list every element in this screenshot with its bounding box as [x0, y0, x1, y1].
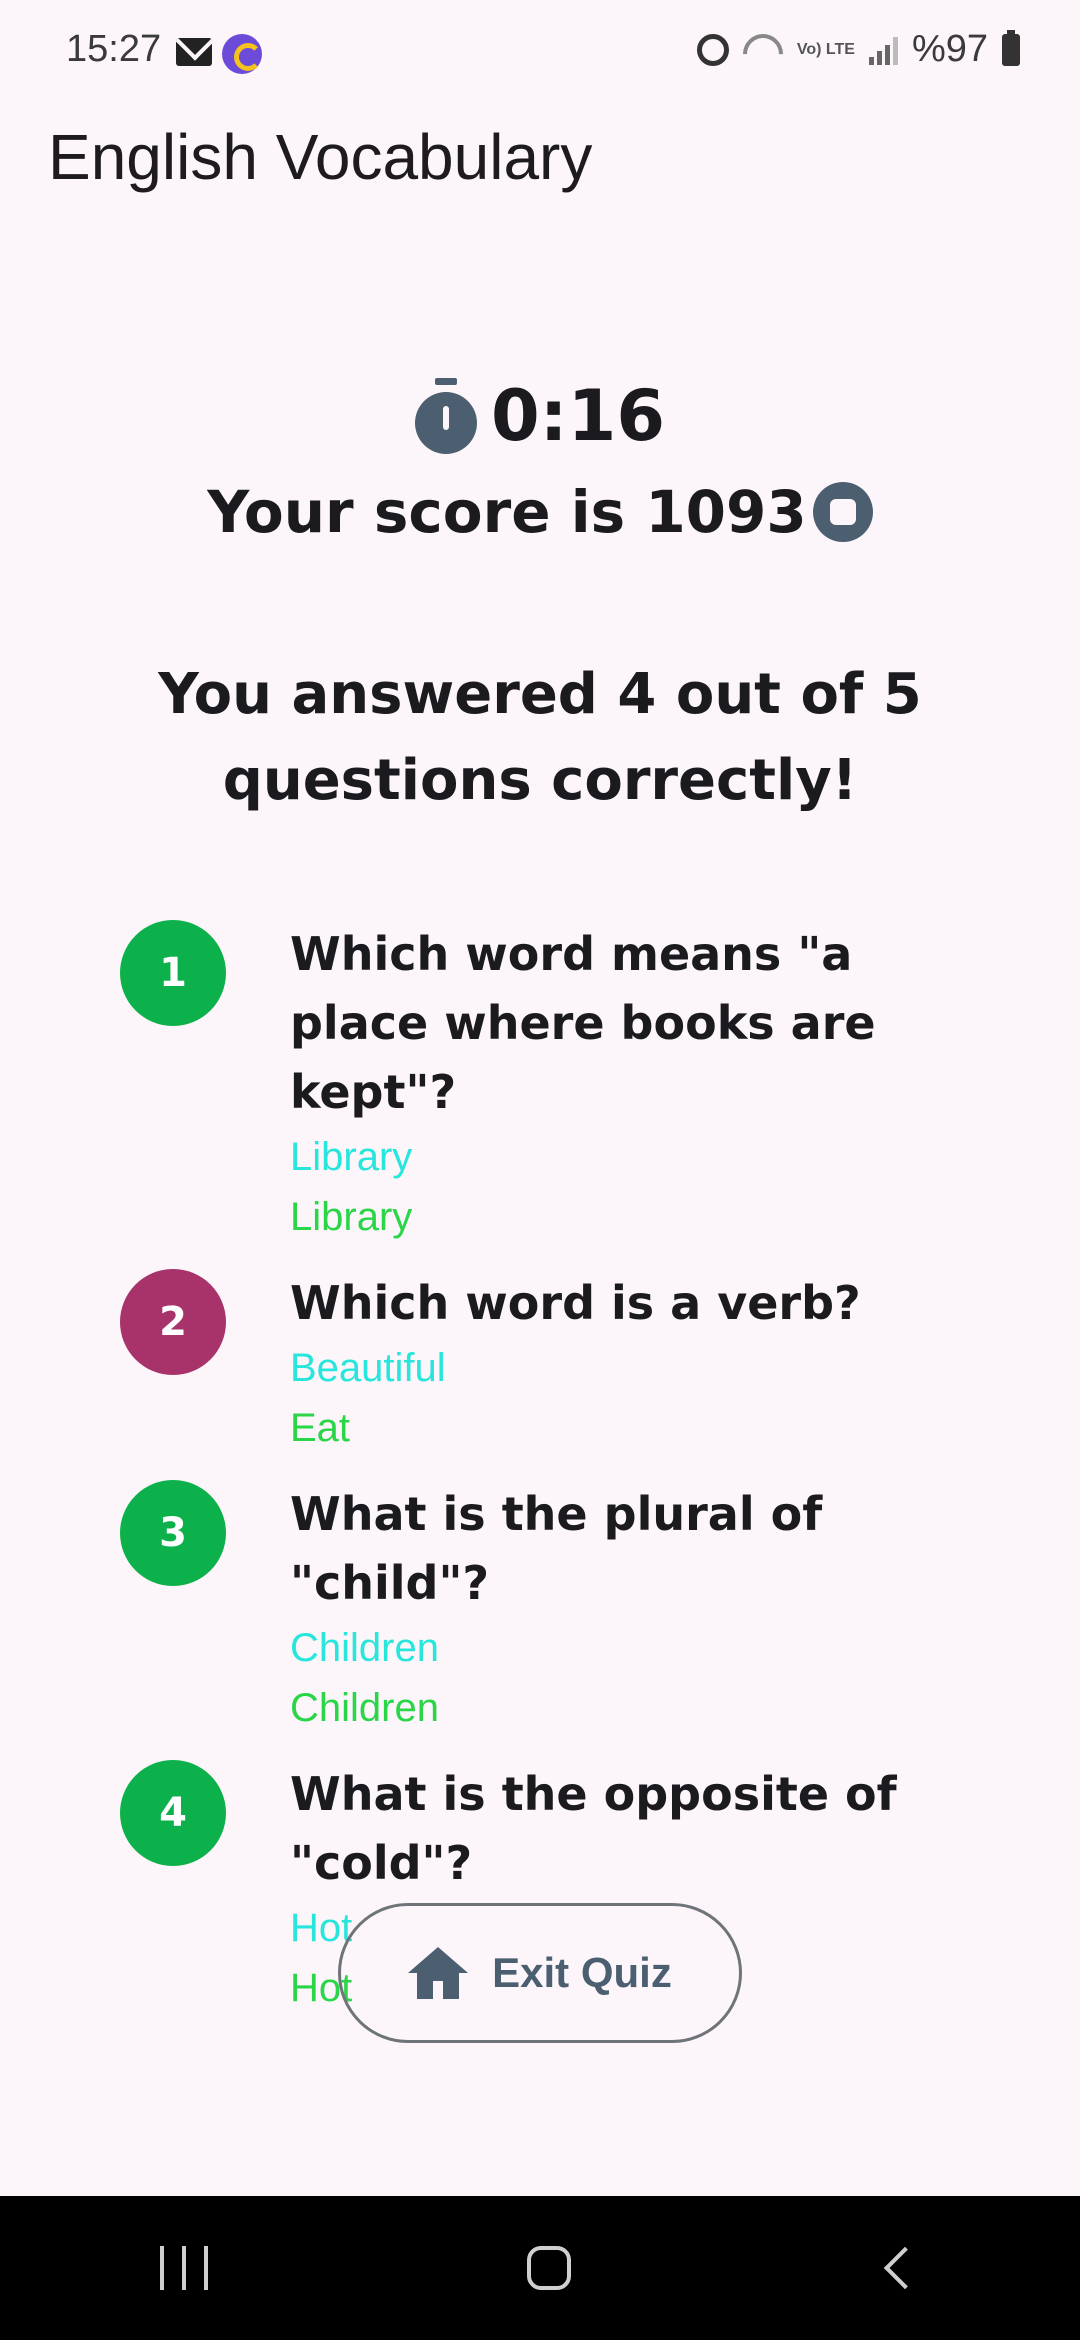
correct-answer: Library	[290, 1195, 413, 1239]
timer-value: 0:16	[490, 375, 666, 457]
system-nav-bar	[0, 2196, 1080, 2340]
question-text: Which word is a verb?	[290, 1276, 861, 1330]
correct-answer: Children	[290, 1686, 439, 1730]
status-time: 15:27	[66, 28, 162, 70]
stopwatch-icon	[414, 378, 479, 454]
status-bar: 15:27 Vo) LTE %97	[0, 0, 1080, 105]
result-summary: You answered 4 out of 5 questions correc…	[158, 662, 922, 813]
question-number-badge: 3	[120, 1480, 226, 1586]
wifi-icon	[743, 34, 783, 66]
points-icon	[812, 482, 873, 542]
exit-quiz-button[interactable]: Exit Quiz	[338, 1903, 742, 2043]
question-results-list: 1 Which word means "a place where books …	[120, 920, 980, 2040]
app-notification-icon	[222, 34, 262, 74]
your-answer: Beautiful	[290, 1346, 446, 1390]
question-text: What is the opposite of "cold"?	[290, 1767, 897, 1890]
battery-percent: %97	[911, 28, 988, 70]
question-text: Which word means "a place where books ar…	[290, 927, 876, 1119]
question-text: What is the plural of "child"?	[290, 1487, 823, 1610]
mail-notification-icon	[176, 38, 212, 66]
status-indicators: Vo) LTE %97	[696, 28, 1020, 71]
recents-button[interactable]	[159, 2246, 208, 2290]
battery-icon	[1002, 29, 1020, 66]
score: Your score is 1093	[0, 478, 1080, 546]
timer: 0:16	[0, 375, 1080, 457]
home-nav-button[interactable]	[526, 2246, 571, 2290]
app-title: English Vocabulary	[48, 121, 593, 193]
question-number-badge: 1	[120, 920, 226, 1026]
back-button[interactable]	[884, 2246, 927, 2290]
correct-answer: Eat	[290, 1406, 351, 1450]
question-number-badge: 2	[120, 1269, 226, 1375]
signal-icon	[868, 35, 898, 65]
alarm-icon	[696, 33, 729, 66]
your-answer: Library	[290, 1135, 413, 1179]
result-item: 2 Which word is a verb? Beautiful Eat	[120, 1269, 980, 1458]
volte-lte-icon: Vo) LTE	[796, 40, 855, 58]
question-number-badge: 4	[120, 1760, 226, 1866]
result-item: 1 Which word means "a place where books …	[120, 920, 980, 1247]
your-answer: Children	[290, 1626, 439, 1670]
score-text: Your score is 1093	[207, 478, 807, 546]
result-item: 3 What is the plural of "child"? Childre…	[120, 1480, 980, 1738]
exit-quiz-label: Exit Quiz	[492, 1949, 672, 1996]
home-icon	[408, 1947, 469, 1999]
